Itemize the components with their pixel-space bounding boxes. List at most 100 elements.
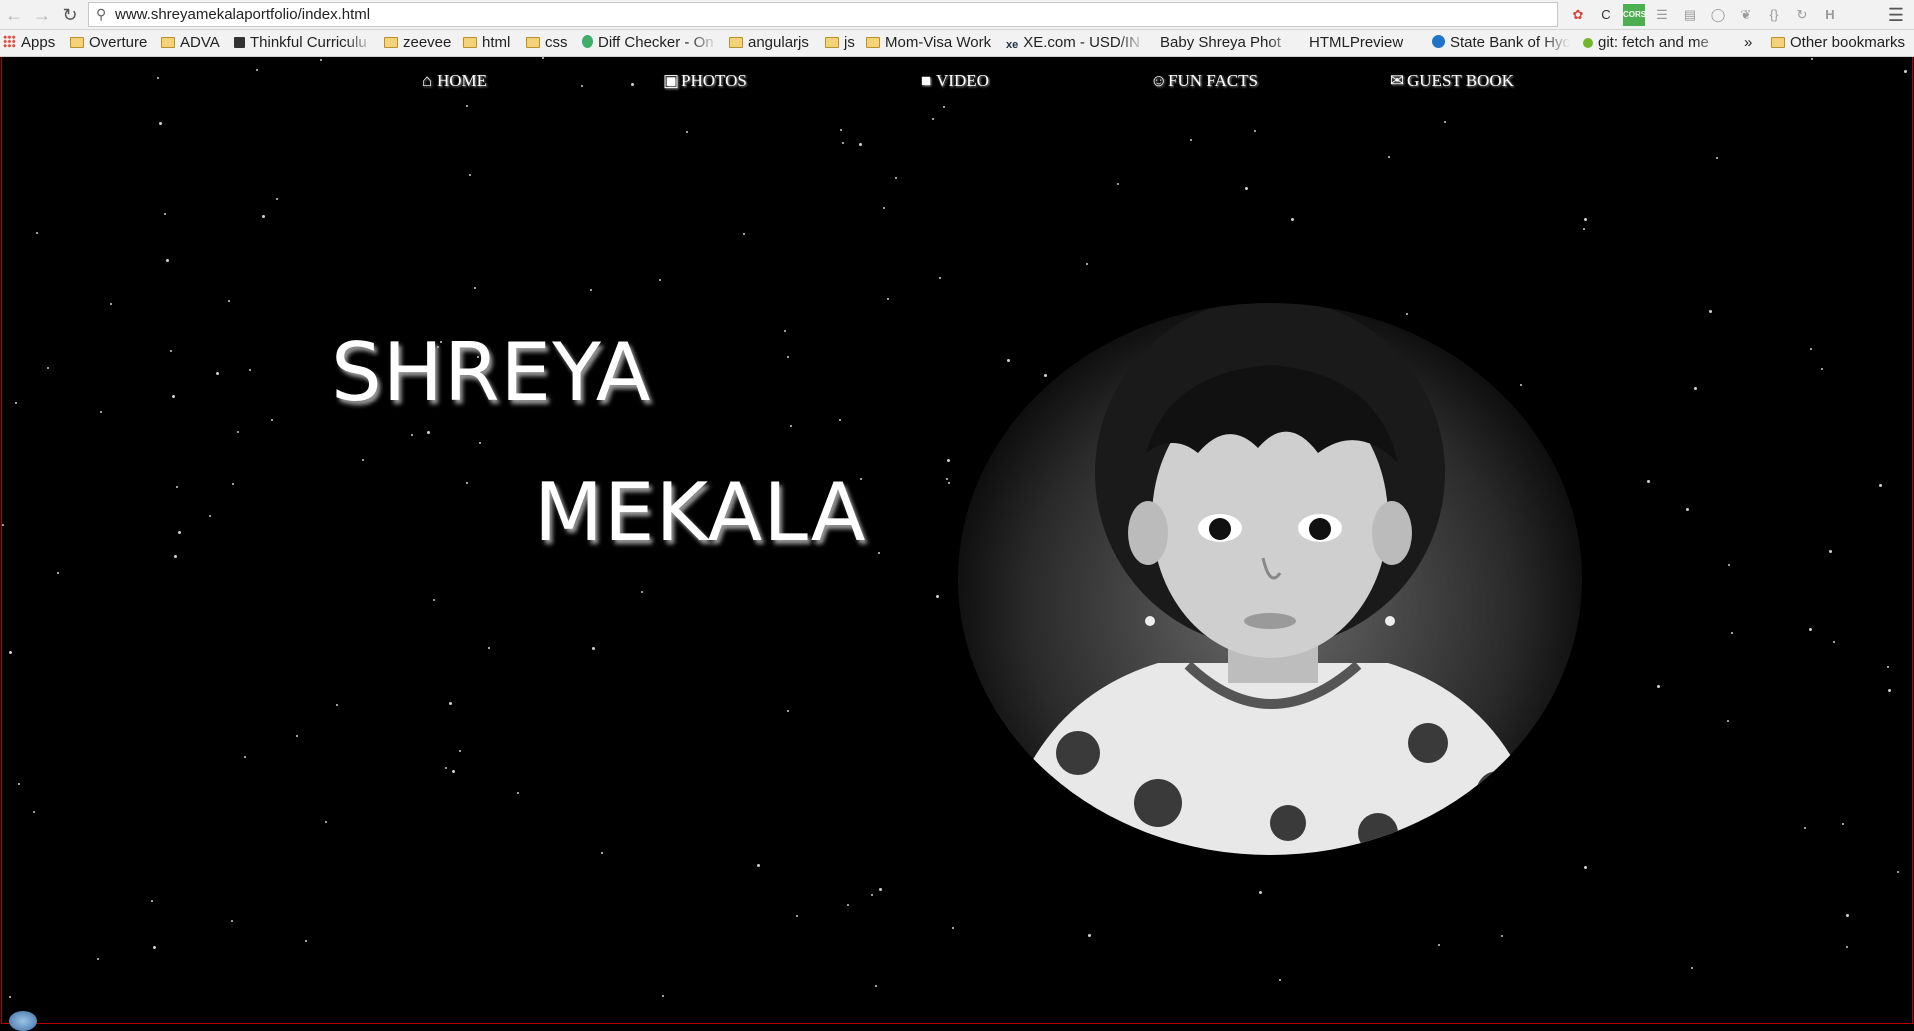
star xyxy=(433,599,435,601)
star xyxy=(743,233,745,235)
star xyxy=(517,792,519,794)
star xyxy=(178,531,181,534)
refresh-extension-icon[interactable]: ↻ xyxy=(1791,4,1813,26)
star xyxy=(1846,914,1849,917)
star xyxy=(1829,550,1832,553)
star xyxy=(1388,156,1390,158)
star xyxy=(847,904,849,906)
star xyxy=(895,177,897,179)
bookmark-html[interactable]: html xyxy=(463,33,510,53)
star xyxy=(1501,935,1503,937)
star xyxy=(1406,313,1408,315)
reload-icon[interactable]: ↻ xyxy=(58,3,82,27)
star xyxy=(231,920,233,922)
git-icon xyxy=(1583,38,1593,48)
star xyxy=(216,372,219,375)
menu-icon[interactable]: ☰ xyxy=(1886,4,1906,26)
thinkful-icon xyxy=(234,37,245,48)
tools-extension-icon[interactable]: ☰ xyxy=(1651,4,1673,26)
circle-extension-icon[interactable]: ◯ xyxy=(1707,4,1729,26)
star xyxy=(839,419,841,421)
address-bar[interactable]: ⚲ www.shreyamekalaportfolio/index.html xyxy=(88,2,1558,27)
star xyxy=(1584,866,1587,869)
folder-icon xyxy=(825,37,839,48)
star xyxy=(842,142,844,144)
video-camera-icon: ■ xyxy=(920,71,932,90)
star xyxy=(97,958,99,960)
star xyxy=(1709,310,1712,313)
braces-extension-icon[interactable]: {} xyxy=(1763,4,1785,26)
folder-icon xyxy=(463,37,477,48)
bookmark-git-fetch[interactable]: git: fetch and me xyxy=(1583,33,1723,53)
star xyxy=(1716,157,1718,159)
bookmark-baby-shreya-photos[interactable]: Baby Shreya Phot xyxy=(1160,33,1295,53)
h-extension-icon[interactable]: H xyxy=(1819,4,1841,26)
forward-icon[interactable]: → xyxy=(30,3,54,27)
star xyxy=(159,122,162,125)
star xyxy=(305,940,307,942)
folder-icon xyxy=(161,37,175,48)
color-picker-extension-icon[interactable]: ✿ xyxy=(1567,4,1589,26)
star xyxy=(1117,183,1119,185)
bookmark-angularjs[interactable]: angularjs xyxy=(729,33,809,53)
star xyxy=(164,213,166,215)
star xyxy=(1842,823,1844,825)
nav-guest-book[interactable]: ✉ GUEST BOOK xyxy=(1389,69,1514,93)
cookie-extension-icon[interactable]: C xyxy=(1595,4,1617,26)
star xyxy=(871,894,873,896)
bookmark-zeevee[interactable]: zeevee xyxy=(384,33,451,53)
camera-icon: ▣ xyxy=(663,71,680,90)
star xyxy=(875,985,877,987)
cors-extension-icon[interactable]: CORS xyxy=(1623,4,1646,26)
diffchecker-icon xyxy=(582,35,593,48)
star xyxy=(932,118,934,120)
notes-extension-icon[interactable]: ▤ xyxy=(1679,4,1701,26)
star xyxy=(271,419,273,421)
star xyxy=(9,996,11,998)
bookmark-xe[interactable]: xe XE.com - USD/IN xyxy=(1006,33,1146,53)
bookmark-css[interactable]: css xyxy=(526,33,568,53)
star xyxy=(939,277,941,279)
start-button-icon[interactable] xyxy=(9,1011,37,1031)
bookmarks-overflow-button[interactable]: » xyxy=(1744,33,1752,53)
bookmark-js[interactable]: js xyxy=(825,33,855,53)
bookmark-thinkful[interactable]: Thinkful Curriculu xyxy=(234,33,374,53)
star xyxy=(1245,187,1248,190)
star xyxy=(449,702,452,705)
star xyxy=(1821,368,1823,370)
leaf-extension-icon[interactable]: ❦ xyxy=(1735,4,1757,26)
back-icon[interactable]: ← xyxy=(2,3,26,27)
nav-photos[interactable]: ▣ PHOTOS xyxy=(663,69,747,93)
star xyxy=(2,524,4,526)
nav-video[interactable]: ■ VIDEO xyxy=(918,69,989,93)
star xyxy=(336,704,338,706)
bookmark-apps[interactable]: Apps xyxy=(3,33,55,53)
nav-home[interactable]: ⌂ HOME xyxy=(419,69,487,93)
bookmark-other-bookmarks[interactable]: Other bookmarks xyxy=(1771,33,1905,53)
folder-icon xyxy=(866,37,880,48)
nav-fun-facts[interactable]: ☺FUN FACTS xyxy=(1150,69,1258,93)
bookmark-state-bank[interactable]: State Bank of Hyc xyxy=(1432,33,1570,53)
star xyxy=(459,750,461,752)
star xyxy=(662,995,664,997)
bookmark-mom-visa-work[interactable]: Mom-Visa Work xyxy=(866,33,991,53)
star xyxy=(1086,263,1088,265)
star xyxy=(1291,218,1294,221)
star xyxy=(232,483,234,485)
envelope-icon: ✉ xyxy=(1389,71,1405,90)
star xyxy=(18,783,20,785)
star xyxy=(172,395,175,398)
bookmark-htmlpreview[interactable]: HTMLPreview xyxy=(1309,33,1403,53)
folder-icon xyxy=(526,37,540,48)
star xyxy=(166,259,169,262)
star xyxy=(948,482,950,484)
folder-icon xyxy=(384,37,398,48)
bookmark-diff-checker[interactable]: Diff Checker - On xyxy=(582,33,717,53)
star xyxy=(469,174,471,176)
star xyxy=(1088,934,1091,937)
star xyxy=(244,756,246,758)
bookmark-overture[interactable]: Overture xyxy=(70,33,147,53)
star xyxy=(1694,387,1697,390)
bookmark-adva[interactable]: ADVA xyxy=(161,33,220,53)
star xyxy=(176,486,178,488)
